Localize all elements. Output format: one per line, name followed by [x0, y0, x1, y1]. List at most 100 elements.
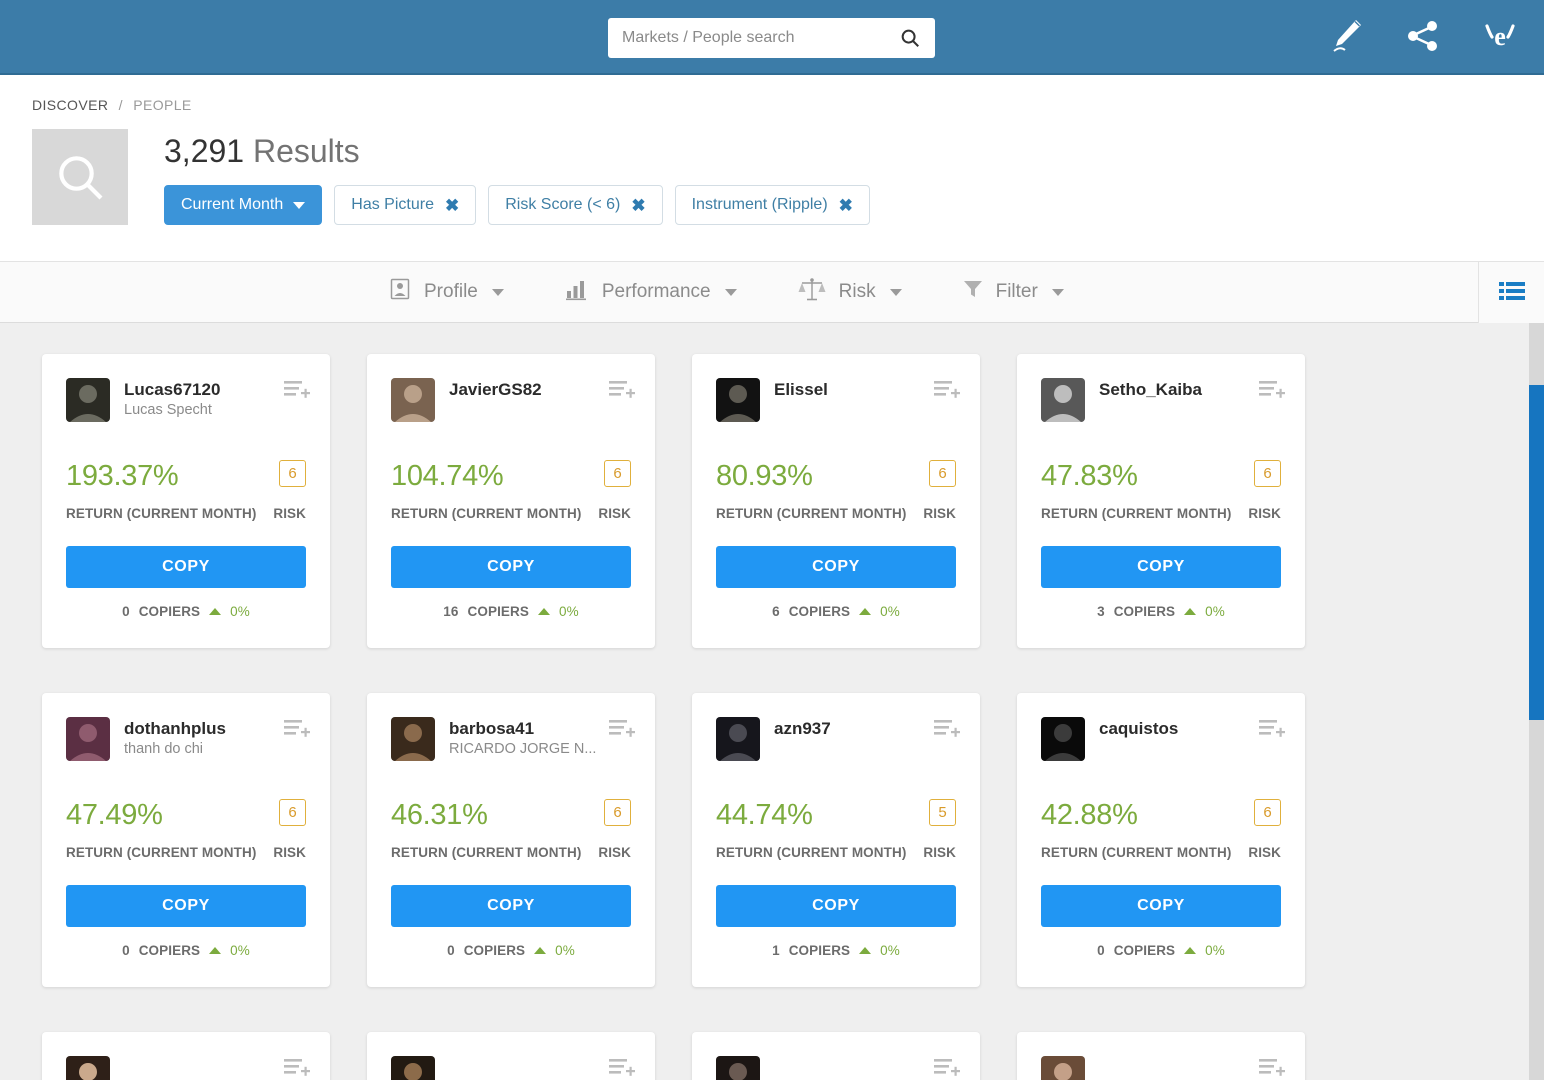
filter-chip-instrument[interactable]: Instrument (Ripple) ✖: [675, 185, 870, 225]
edit-pencil-icon[interactable]: [1326, 14, 1366, 58]
add-to-watchlist-icon[interactable]: [1259, 380, 1285, 407]
card-stat-labels: RETURN (CURRENT MONTH)RISK: [1041, 506, 1281, 521]
username-label[interactable]: Setho_Kaiba: [1099, 379, 1281, 400]
filter-chip-has-picture[interactable]: Has Picture ✖: [334, 185, 476, 225]
username-label[interactable]: JavierGS82: [449, 379, 631, 400]
person-card[interactable]: caquistos42.88%6RETURN (CURRENT MONTH)RI…: [1017, 693, 1305, 987]
card-stats: 42.88%6: [1041, 801, 1281, 830]
avatar[interactable]: [66, 717, 110, 761]
card-header: [716, 1056, 956, 1080]
toolbar-item-profile[interactable]: Profile: [388, 277, 504, 307]
toolbar-item-label: Risk: [839, 281, 876, 303]
add-to-watchlist-icon[interactable]: [284, 719, 310, 746]
add-to-watchlist-icon[interactable]: [934, 719, 960, 746]
trend-up-icon: [538, 608, 550, 615]
list-view-toggle-button[interactable]: [1478, 262, 1544, 324]
add-to-watchlist-icon[interactable]: [1259, 1058, 1285, 1080]
filter-chip-current-month[interactable]: Current Month: [164, 185, 322, 225]
copiers-row: 6COPIERS0%: [716, 604, 956, 619]
toolbar-item-label: Filter: [996, 281, 1038, 303]
copiers-count: 0: [447, 943, 455, 958]
add-to-watchlist-icon[interactable]: [609, 380, 635, 407]
copiers-count: 6: [772, 604, 780, 619]
toolbar-item-filter[interactable]: Filter: [962, 278, 1064, 306]
person-card[interactable]: azn93744.74%5RETURN (CURRENT MONTH)RISKC…: [692, 693, 980, 987]
person-card[interactable]: Setho_Kaiba47.83%6RETURN (CURRENT MONTH)…: [1017, 354, 1305, 648]
avatar[interactable]: [716, 717, 760, 761]
add-to-watchlist-icon[interactable]: [609, 719, 635, 746]
copy-button[interactable]: COPY: [66, 546, 306, 588]
avatar[interactable]: [391, 378, 435, 422]
toolbar-item-risk[interactable]: Risk: [797, 276, 902, 308]
avatar[interactable]: [716, 1056, 760, 1080]
add-to-watchlist-icon[interactable]: [284, 1058, 310, 1080]
vertical-scrollbar-thumb[interactable]: [1529, 385, 1544, 720]
username-label[interactable]: azn937: [774, 718, 956, 739]
close-icon[interactable]: ✖: [631, 197, 645, 214]
risk-score-badge: 6: [929, 460, 956, 487]
copiers-row: 0COPIERS0%: [66, 943, 306, 958]
close-icon[interactable]: ✖: [445, 197, 459, 214]
username-label[interactable]: caquistos: [1099, 718, 1281, 739]
person-card[interactable]: Elissel80.93%6RETURN (CURRENT MONTH)RISK…: [692, 354, 980, 648]
identity-block: azn937: [774, 717, 956, 739]
person-card[interactable]: [42, 1032, 330, 1080]
username-label[interactable]: Elissel: [774, 379, 956, 400]
copy-button[interactable]: COPY: [391, 885, 631, 927]
person-card[interactable]: [1017, 1032, 1305, 1080]
copy-button[interactable]: COPY: [716, 885, 956, 927]
vertical-scrollbar-track[interactable]: [1529, 323, 1544, 1080]
copiers-change: 0%: [880, 604, 900, 619]
copy-button[interactable]: COPY: [1041, 885, 1281, 927]
add-to-watchlist-icon[interactable]: [1259, 719, 1285, 746]
toolbar-item-group: Profile Performance: [388, 276, 1064, 308]
person-card[interactable]: barbosa41RICARDO JORGE N...46.31%6RETURN…: [367, 693, 655, 987]
results-header-section: DISCOVER / PEOPLE 3,291 Results Current …: [0, 75, 1544, 261]
card-header: caquistos: [1041, 717, 1281, 761]
person-card[interactable]: dothanhplusthanh do chi47.49%6RETURN (CU…: [42, 693, 330, 987]
toolbar-item-performance[interactable]: Performance: [564, 277, 737, 307]
copy-button[interactable]: COPY: [716, 546, 956, 588]
avatar[interactable]: [716, 378, 760, 422]
search-input[interactable]: [622, 29, 899, 47]
breadcrumb-root[interactable]: DISCOVER: [32, 97, 108, 113]
add-to-watchlist-icon[interactable]: [934, 380, 960, 407]
profile-icon: [388, 277, 412, 307]
add-to-watchlist-icon[interactable]: [284, 380, 310, 407]
share-icon[interactable]: [1406, 19, 1440, 53]
trend-up-icon: [534, 947, 546, 954]
person-card[interactable]: Lucas67120Lucas Specht193.37%6RETURN (CU…: [42, 354, 330, 648]
topbar-icon-group: e: [1326, 14, 1520, 58]
person-card[interactable]: [367, 1032, 655, 1080]
card-stat-labels: RETURN (CURRENT MONTH)RISK: [66, 506, 306, 521]
person-card[interactable]: JavierGS82104.74%6RETURN (CURRENT MONTH)…: [367, 354, 655, 648]
username-label[interactable]: dothanhplus: [124, 718, 306, 739]
avatar[interactable]: [1041, 378, 1085, 422]
identity-block: [774, 1056, 956, 1057]
avatar[interactable]: [391, 717, 435, 761]
avatar[interactable]: [1041, 717, 1085, 761]
copy-button[interactable]: COPY: [1041, 546, 1281, 588]
etoro-logo-icon[interactable]: e: [1480, 16, 1520, 56]
identity-block: dothanhplusthanh do chi: [124, 717, 306, 757]
avatar[interactable]: [66, 1056, 110, 1080]
risk-label: RISK: [923, 506, 956, 521]
add-to-watchlist-icon[interactable]: [609, 1058, 635, 1080]
add-to-watchlist-icon[interactable]: [934, 1058, 960, 1080]
copy-button[interactable]: COPY: [391, 546, 631, 588]
avatar[interactable]: [66, 378, 110, 422]
avatar[interactable]: [1041, 1056, 1085, 1080]
identity-block: Lucas67120Lucas Specht: [124, 378, 306, 418]
person-card[interactable]: [692, 1032, 980, 1080]
filter-chip-risk-score[interactable]: Risk Score (< 6) ✖: [488, 185, 662, 225]
trend-up-icon: [1184, 947, 1196, 954]
search-icon[interactable]: [899, 27, 921, 49]
copy-button[interactable]: COPY: [66, 885, 306, 927]
username-label[interactable]: barbosa41: [449, 718, 631, 739]
global-search-box[interactable]: [608, 18, 935, 58]
chip-label: Current Month: [181, 196, 283, 214]
close-icon[interactable]: ✖: [839, 197, 853, 214]
username-label[interactable]: Lucas67120: [124, 379, 306, 400]
identity-block: caquistos: [1099, 717, 1281, 739]
avatar[interactable]: [391, 1056, 435, 1080]
